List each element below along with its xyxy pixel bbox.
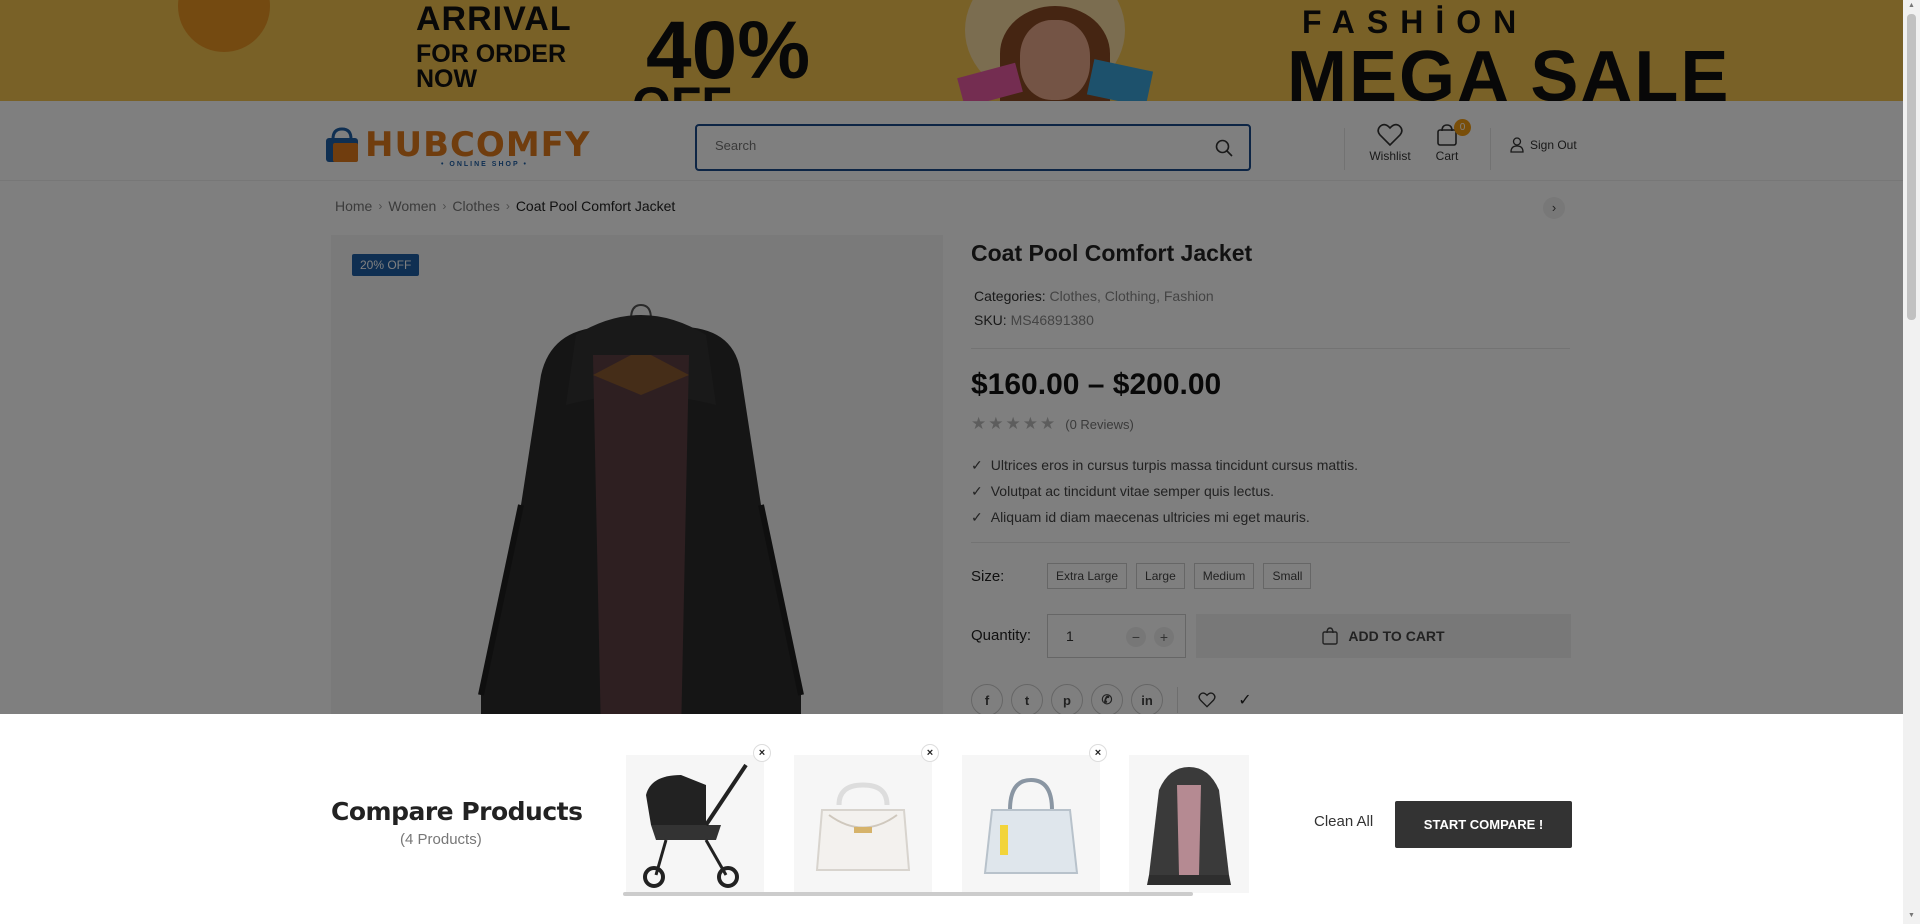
compare-panel: Compare Products (4 Products) × × × Clea… (0, 714, 1903, 924)
compare-count: (4 Products) (400, 831, 482, 848)
compare-item-white-handbag[interactable] (794, 755, 932, 893)
white-handbag-image (815, 782, 911, 871)
clean-all-button[interactable]: Clean All (1314, 813, 1373, 830)
compare-item-stroller[interactable] (626, 755, 764, 893)
compare-scrollbar[interactable] (623, 892, 1193, 896)
scrollbar-thumb[interactable] (1907, 14, 1916, 320)
coat-image (1147, 767, 1231, 885)
scroll-up-icon[interactable]: ▲ (1908, 2, 1915, 9)
compare-item-coat[interactable] (1129, 755, 1249, 893)
compare-item-grey-handbag[interactable] (962, 755, 1100, 893)
start-compare-button[interactable]: START COMPARE ! (1395, 801, 1572, 848)
modal-overlay[interactable] (0, 0, 1903, 714)
remove-item-button[interactable]: × (753, 744, 771, 762)
remove-item-button[interactable]: × (921, 744, 939, 762)
scroll-down-icon[interactable]: ▼ (1908, 912, 1915, 919)
grey-handbag-image (983, 777, 1079, 874)
page-scrollbar[interactable]: ▲ ▼ (1903, 0, 1920, 924)
remove-item-button[interactable]: × (1089, 744, 1107, 762)
stroller-image (643, 763, 748, 888)
compare-title: Compare Products (331, 797, 583, 826)
